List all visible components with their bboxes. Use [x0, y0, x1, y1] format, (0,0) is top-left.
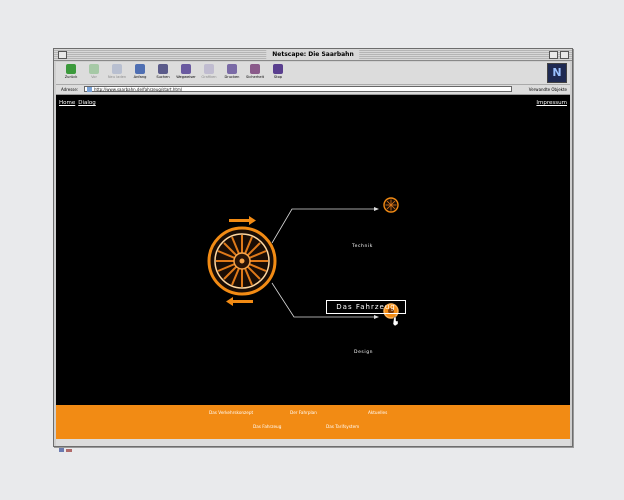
close-box-icon[interactable] — [58, 51, 67, 59]
url-field[interactable]: http://www.saarbahn.de/fahrzeug/start.ht… — [84, 86, 512, 92]
timeline-link-fahrplan[interactable]: Der Fahrplan — [290, 410, 317, 415]
home-icon — [135, 64, 145, 74]
search-button[interactable]: Suchen — [151, 64, 175, 84]
technik-wheel-icon[interactable] — [383, 197, 399, 213]
images-button[interactable]: Grafiken — [197, 64, 221, 84]
stop-button[interactable]: Stop — [266, 64, 290, 84]
security-icon — [250, 64, 260, 74]
print-button[interactable]: Drucken — [220, 64, 244, 84]
vehicle-graphic: S — [183, 197, 426, 428]
page-proxy-icon[interactable] — [87, 87, 92, 92]
rotate-right-arrow-icon — [229, 216, 256, 225]
navigation-toolbar: Zurück Vor Neu laden Anfang Suchen Wegwe… — [56, 62, 570, 85]
hand-cursor-icon — [392, 316, 399, 327]
forward-button[interactable]: Vor — [82, 64, 106, 84]
page-content: Home Dialog Impressum Technik Design Das… — [56, 95, 570, 439]
zoom-box-icon[interactable] — [549, 51, 558, 59]
wheel-icon[interactable] — [207, 226, 277, 296]
guide-icon — [181, 64, 191, 74]
timeline-link-tarifsystem[interactable]: Das Tarifsystem — [326, 424, 359, 429]
stop-icon — [273, 64, 283, 74]
guide-button[interactable]: Wegweiser — [174, 64, 198, 84]
reload-icon — [112, 64, 122, 74]
window-title: Netscape: Die Saarbahn — [266, 49, 360, 60]
timeline-link-fahrzeug[interactable]: Das Fahrzeug — [253, 424, 281, 429]
technik-label[interactable]: Technik — [352, 244, 373, 249]
back-arrow-icon — [66, 64, 76, 74]
collapse-box-icon[interactable] — [560, 51, 569, 59]
url-text: http://www.saarbahn.de/fahrzeug/start.ht… — [94, 87, 183, 92]
timeline-link-aktuelles[interactable]: Aktuelles — [368, 410, 387, 415]
browser-window: Netscape: Die Saarbahn Zurück Vor Neu la… — [53, 48, 573, 452]
images-icon — [204, 64, 214, 74]
rotate-left-arrow-icon — [226, 297, 253, 306]
address-label: Adresse: — [61, 87, 79, 92]
page-title: Das Fahrzeug — [326, 300, 406, 314]
status-bar — [56, 439, 570, 452]
print-icon — [227, 64, 237, 74]
security-button[interactable]: Sicherheit — [243, 64, 267, 84]
design-label[interactable]: Design — [354, 350, 373, 355]
reload-button[interactable]: Neu laden — [105, 64, 129, 84]
forward-arrow-icon — [89, 64, 99, 74]
technik-connector — [271, 208, 374, 244]
timeline-link-verkehrskonzept[interactable]: Das Verkehrskonzept — [209, 410, 253, 415]
address-bar: Adresse: http://www.saarbahn.de/fahrzeug… — [56, 85, 570, 95]
home-button[interactable]: Anfang — [128, 64, 152, 84]
search-icon — [158, 64, 168, 74]
title-bar[interactable]: Netscape: Die Saarbahn — [54, 49, 572, 61]
back-button[interactable]: Zurück — [59, 64, 83, 84]
netscape-logo-icon: N — [547, 63, 567, 83]
security-status-icon — [59, 448, 72, 452]
related-objects-button[interactable]: Verwandte Objekte — [529, 85, 567, 94]
